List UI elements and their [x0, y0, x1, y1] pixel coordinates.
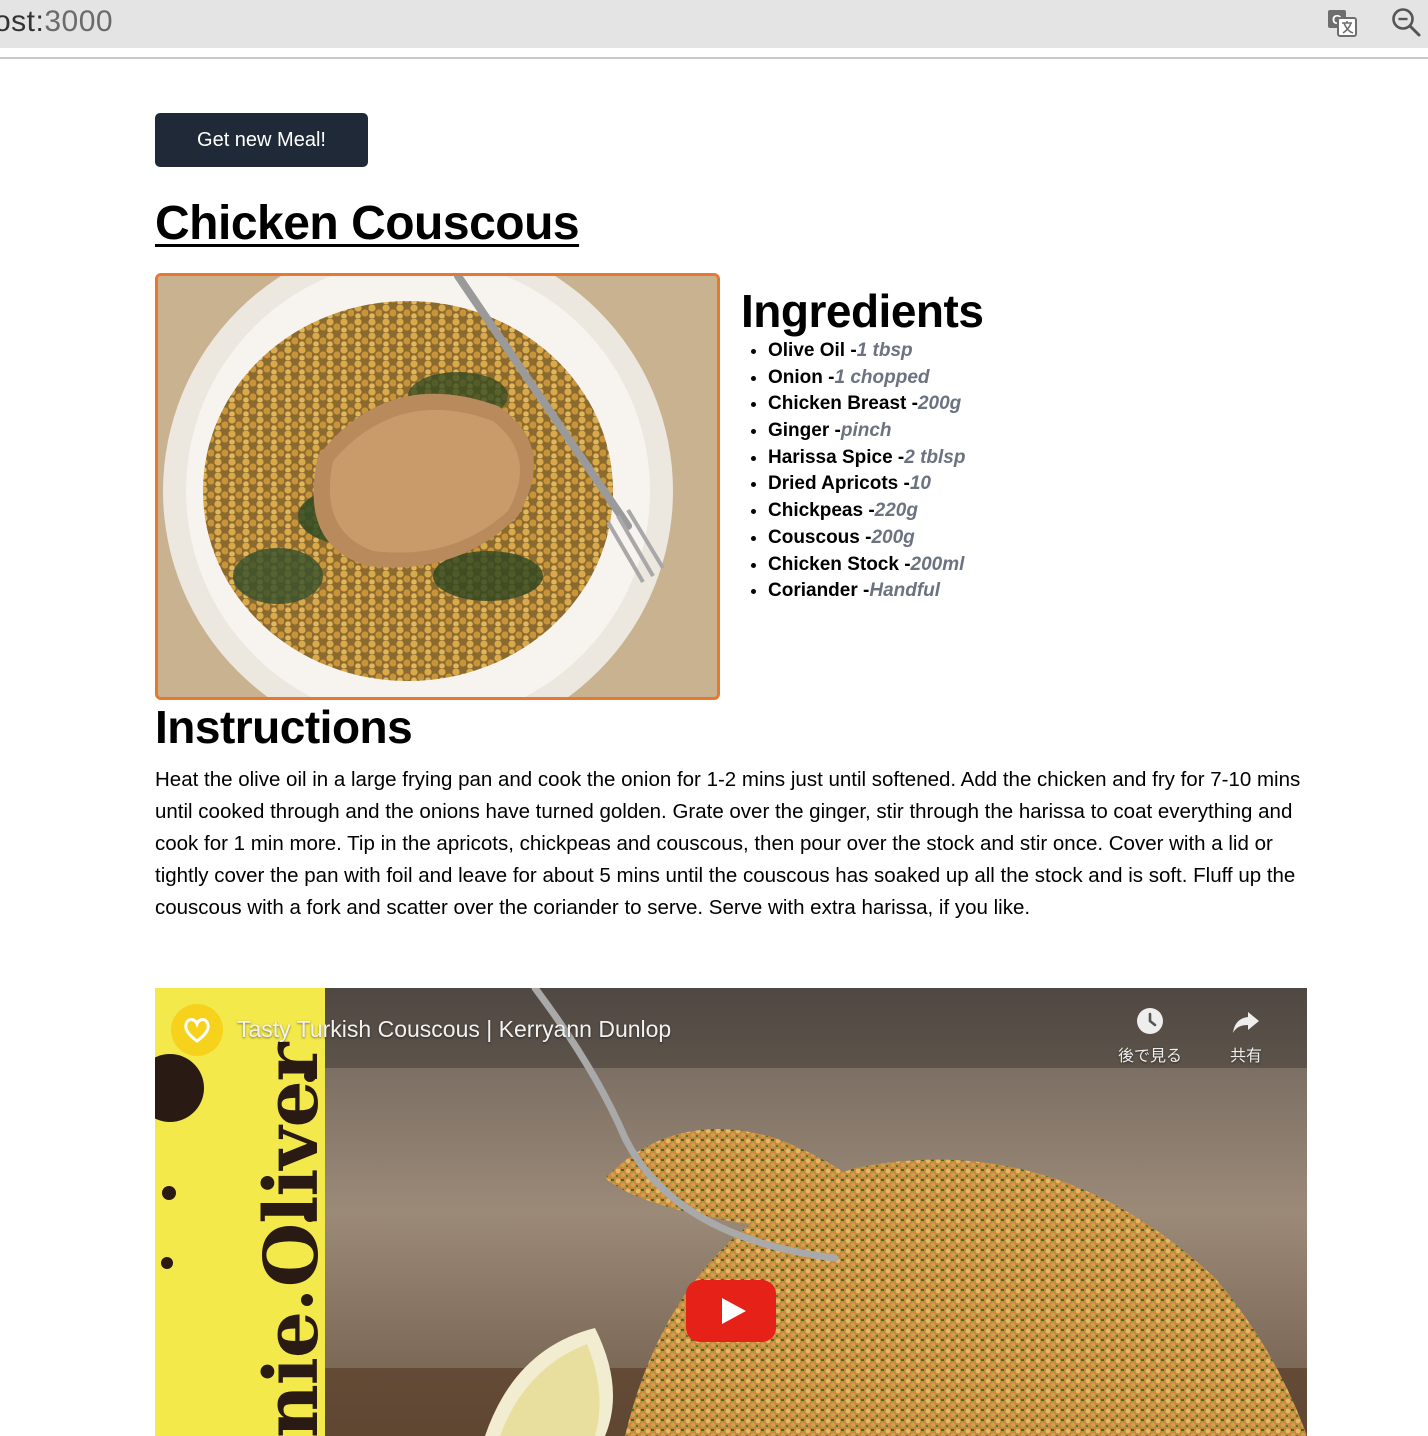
- share-label: 共有: [1229, 1048, 1262, 1065]
- video-title[interactable]: Tasty Turkish Couscous | Kerryann Dunlop: [237, 1016, 671, 1043]
- instructions-text: Heat the olive oil in a large frying pan…: [155, 768, 1301, 919]
- ingredient-item: Chicken Stock -200ml: [768, 552, 965, 579]
- banner-text: nie Oliver: [249, 1043, 335, 1436]
- ingredient-measure: 2 tblsp: [904, 446, 966, 468]
- meal-title[interactable]: Chicken Couscous: [155, 196, 580, 251]
- ingredient-item: Onion -1 chopped: [768, 365, 965, 392]
- watch-later-button[interactable]: 後で見る: [1105, 1006, 1195, 1066]
- ingredient-measure: 200g: [871, 526, 915, 548]
- instructions-heading: Instructions: [155, 701, 413, 753]
- ingredient-name: Ginger -: [768, 420, 841, 442]
- ingredient-measure: 200g: [917, 393, 962, 415]
- address-bar[interactable]: ost:3000 G: [0, 0, 1428, 48]
- ingredient-measure: 1 chopped: [834, 366, 930, 388]
- ingredient-item: Coriander -Handful: [768, 578, 965, 605]
- share-button[interactable]: 共有: [1201, 1006, 1291, 1066]
- ingredient-item: Chicken Breast -200g: [768, 391, 965, 418]
- heart-icon: [184, 1018, 210, 1043]
- ingredient-measure: 1 tbsp: [856, 340, 913, 361]
- ingredient-item: Couscous -200g: [768, 525, 965, 552]
- get-new-meal-button[interactable]: Get new Meal!: [155, 113, 368, 167]
- ingredient-measure: 10: [909, 473, 931, 495]
- translate-icon[interactable]: G: [1326, 7, 1358, 39]
- ingredient-name: Chicken Stock -: [768, 553, 911, 575]
- url-host: ost:: [0, 5, 45, 38]
- meal-photo: [155, 273, 720, 700]
- ingredient-measure: 220g: [874, 500, 918, 522]
- watch-later-label: 後で見る: [1117, 1048, 1182, 1065]
- ingredient-measure: pinch: [840, 420, 892, 442]
- ingredient-item: Ginger -pinch: [768, 418, 965, 445]
- url-port: 3000: [44, 5, 114, 38]
- ingredient-item: Chickpeas -220g: [768, 498, 965, 525]
- play-icon: [722, 1298, 746, 1324]
- zoom-out-icon[interactable]: [1390, 6, 1422, 38]
- ingredient-item: Harissa Spice -2 tblsp: [768, 445, 965, 472]
- toolbar-divider: [0, 57, 1428, 59]
- ingredient-list: Olive Oil -1 tbsp Onion -1 chopped Chick…: [741, 338, 965, 605]
- share-arrow-icon: [1233, 1012, 1259, 1033]
- channel-avatar[interactable]: [171, 1004, 223, 1056]
- ingredient-name: Dried Apricots -: [768, 473, 910, 495]
- clock-icon: [1137, 1008, 1163, 1034]
- ingredient-measure: Handful: [869, 580, 941, 602]
- ingredient-name: Chicken Breast -: [768, 393, 918, 415]
- video-player[interactable]: nie Oliver Tasty Turkish Couscous | Kerr…: [155, 988, 1307, 1436]
- ingredient-name: Onion -: [768, 366, 835, 388]
- ingredients-heading: Ingredients: [741, 285, 984, 337]
- ingredient-name: Harissa Spice -: [768, 446, 905, 468]
- ingredient-name: Olive Oil -: [768, 340, 857, 361]
- ingredient-measure: 200ml: [910, 553, 965, 575]
- ingredient-item: Dried Apricots -10: [768, 471, 965, 498]
- ingredient-item: Olive Oil -1 tbsp: [768, 338, 965, 365]
- url-text[interactable]: ost:3000: [0, 5, 113, 39]
- play-button[interactable]: [686, 1280, 776, 1342]
- ingredient-name: Couscous -: [768, 526, 872, 548]
- ingredient-name: Coriander -: [768, 580, 870, 602]
- ingredient-name: Chickpeas -: [768, 500, 875, 522]
